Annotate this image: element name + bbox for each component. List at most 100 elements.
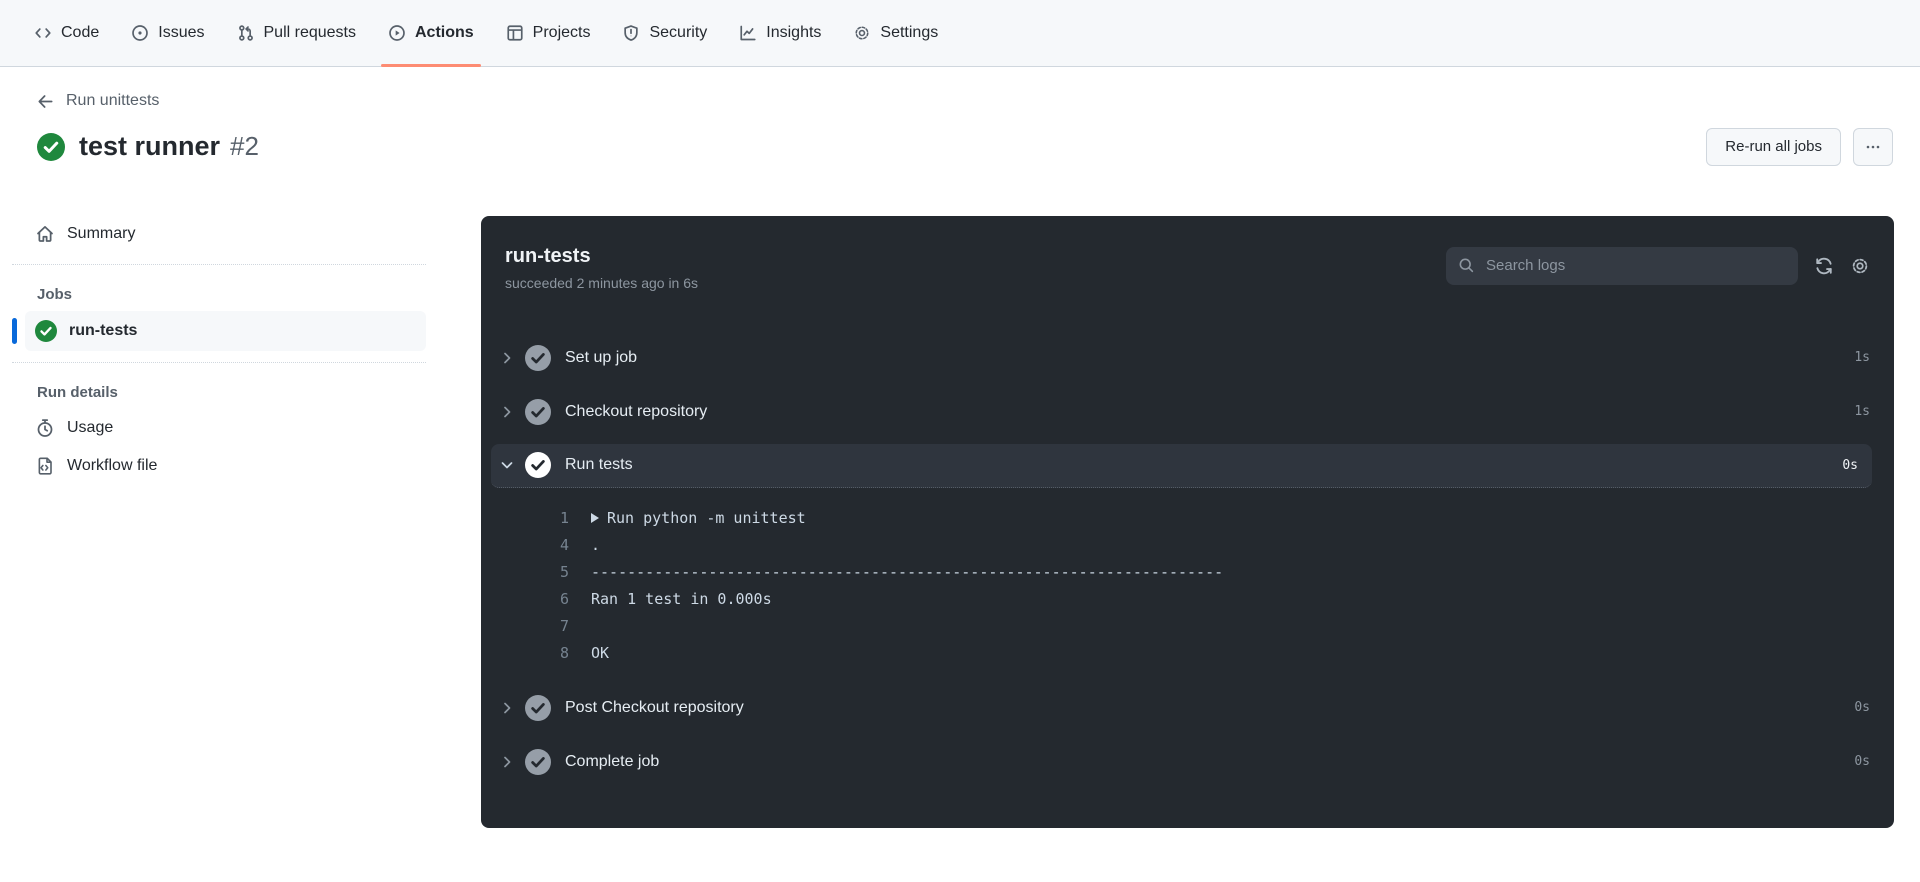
jobs-section-label: Jobs <box>37 285 73 303</box>
nav-tab-pull-requests[interactable]: Pull requests <box>224 0 370 66</box>
log-line: 5 --------------------------------------… <box>481 559 1894 586</box>
sidebar-item-label: Summary <box>67 224 136 242</box>
stopwatch-icon <box>35 418 55 438</box>
step-label: Checkout repository <box>565 402 708 420</box>
nav-tab-label: Pull requests <box>263 24 357 41</box>
home-icon <box>35 224 55 244</box>
job-steps: Set up job 1s Checkout repository 1s Run… <box>481 311 1894 789</box>
nav-tab-code[interactable]: Code <box>21 0 112 66</box>
log-line-number: 7 <box>559 616 569 635</box>
run-number: #2 <box>230 131 259 161</box>
gear-icon <box>1850 256 1870 276</box>
log-line-number: 6 <box>559 589 569 608</box>
job-title: run-tests <box>505 244 591 267</box>
log-line: 4 . <box>481 532 1894 559</box>
chevron-right-icon <box>495 700 519 716</box>
chevron-down-icon <box>495 457 519 473</box>
repo-nav: Code Issues Pull requests Actions Projec… <box>0 0 1920 67</box>
log-line-number: 4 <box>559 535 569 554</box>
arrow-left-icon <box>37 93 54 110</box>
pull-request-icon <box>237 24 255 42</box>
step-success-icon <box>525 748 551 775</box>
nav-tab-issues[interactable]: Issues <box>118 0 217 66</box>
job-success-icon <box>35 319 57 342</box>
step-success-icon <box>525 344 551 371</box>
issue-opened-icon <box>131 24 149 42</box>
step-label: Complete job <box>565 752 660 770</box>
log-settings-button[interactable] <box>1850 256 1870 276</box>
more-options-button[interactable] <box>1853 127 1893 166</box>
run-content: Summary Jobs run-tests Run details Usage… <box>0 191 1920 828</box>
sidebar-divider <box>12 263 426 265</box>
gear-icon <box>853 24 871 42</box>
search-icon <box>1458 257 1475 274</box>
nav-tab-label: Code <box>61 24 100 41</box>
sidebar-divider <box>12 361 426 363</box>
job-name: run-tests <box>69 321 138 339</box>
sidebar-job-run-tests[interactable]: run-tests <box>12 310 426 351</box>
chevron-right-icon <box>495 404 519 420</box>
step-success-icon <box>525 694 551 721</box>
step-success-icon <box>525 398 551 425</box>
nav-tab-label: Issues <box>158 24 205 41</box>
log-search-box <box>1446 246 1798 285</box>
log-line-text: Ran 1 test in 0.000s <box>591 589 772 608</box>
nav-tab-actions[interactable]: Actions <box>375 0 487 67</box>
run-header: Run unittests test runner #2 Re-run all … <box>0 67 1920 177</box>
nav-tab-insights[interactable]: Insights <box>726 0 834 66</box>
nav-tab-label: Settings <box>880 24 939 41</box>
nav-tab-label: Projects <box>532 24 591 41</box>
chevron-right-icon <box>495 350 519 366</box>
nav-tab-label: Actions <box>415 24 474 41</box>
log-line: 6 Ran 1 test in 0.000s <box>481 586 1894 613</box>
code-icon <box>34 24 52 42</box>
step-run-tests[interactable]: Run tests 0s <box>491 443 1872 488</box>
step-post-checkout-repository[interactable]: Post Checkout repository 0s <box>481 681 1894 735</box>
nav-tab-security[interactable]: Security <box>609 0 720 66</box>
log-line-number: 8 <box>559 643 569 662</box>
step-checkout-repository[interactable]: Checkout repository 1s <box>481 385 1894 439</box>
step-set-up-job[interactable]: Set up job 1s <box>481 331 1894 385</box>
nav-tab-label: Security <box>649 24 708 41</box>
step-label: Set up job <box>565 348 638 366</box>
nav-tab-projects[interactable]: Projects <box>493 0 604 66</box>
job-log-panel: run-tests succeeded 2 minutes ago in 6s <box>481 215 1894 828</box>
file-code-icon <box>35 456 55 476</box>
log-search-input[interactable] <box>1484 256 1786 275</box>
step-duration: 0s <box>1842 457 1858 473</box>
run-success-icon <box>37 132 65 161</box>
step-duration: 0s <box>1854 754 1870 769</box>
chevron-right-icon <box>495 754 519 770</box>
sync-icon <box>1814 256 1834 276</box>
log-line-text: OK <box>591 643 610 662</box>
sidebar-item-summary[interactable]: Summary <box>25 215 426 253</box>
step-duration: 1s <box>1854 404 1870 419</box>
log-line-number: 1 <box>559 508 569 527</box>
job-panel-header: run-tests succeeded 2 minutes ago in 6s <box>481 216 1894 311</box>
back-to-workflow-link[interactable]: Run unittests <box>37 91 159 111</box>
workflow-name: Run unittests <box>66 92 160 109</box>
log-line: 1 Run python -m unittest <box>481 505 1894 532</box>
rerun-all-jobs-button[interactable]: Re-run all jobs <box>1706 127 1841 166</box>
refresh-logs-button[interactable] <box>1814 256 1834 276</box>
nav-tab-settings[interactable]: Settings <box>840 0 951 66</box>
sidebar-item-label: Usage <box>67 418 114 436</box>
log-line-text: . <box>591 535 601 554</box>
projects-table-icon <box>506 24 524 42</box>
sidebar-item-label: Workflow file <box>67 456 158 474</box>
shield-icon <box>622 24 640 42</box>
job-status-text: succeeded 2 minutes ago in 6s <box>505 274 699 291</box>
graph-icon <box>739 24 757 42</box>
log-group-expand-icon[interactable] <box>591 513 599 523</box>
step-complete-job[interactable]: Complete job 0s <box>481 735 1894 789</box>
step-label: Post Checkout repository <box>565 698 744 716</box>
step-duration: 1s <box>1854 350 1870 365</box>
sidebar-item-usage[interactable]: Usage <box>25 409 426 447</box>
sidebar-item-workflow-file[interactable]: Workflow file <box>25 447 426 485</box>
log-line-number: 5 <box>559 562 569 581</box>
actions-play-icon <box>388 24 406 42</box>
step-success-icon <box>525 452 551 478</box>
log-line-text: Run python -m unittest <box>607 508 806 527</box>
run-sidebar: Summary Jobs run-tests Run details Usage… <box>12 191 426 828</box>
run-title: test runner <box>79 131 221 161</box>
